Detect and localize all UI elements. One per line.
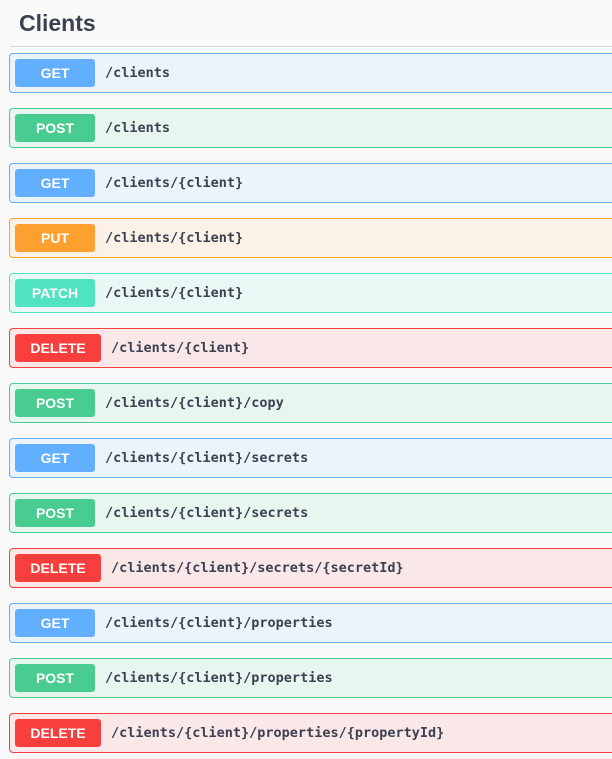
operation-get-client-properties[interactable]: GET /clients/{client}/properties [9, 603, 612, 643]
operation-get-client-secrets[interactable]: GET /clients/{client}/secrets [9, 438, 612, 478]
method-badge: POST [15, 499, 95, 527]
operation-path: /clients/{client}/properties [105, 615, 333, 631]
operation-post-client-secrets[interactable]: POST /clients/{client}/secrets [9, 493, 612, 533]
operation-get-clients[interactable]: GET /clients [9, 53, 612, 93]
operation-delete-client-secret[interactable]: DELETE /clients/{client}/secrets/{secret… [9, 548, 612, 588]
operation-path: /clients/{client} [105, 175, 244, 191]
method-badge: GET [15, 59, 95, 87]
operation-get-client[interactable]: GET /clients/{client} [9, 163, 612, 203]
operation-post-client-properties[interactable]: POST /clients/{client}/properties [9, 658, 612, 698]
operation-post-clients[interactable]: POST /clients [9, 108, 612, 148]
operation-put-client[interactable]: PUT /clients/{client} [9, 218, 612, 258]
section-title[interactable]: Clients [19, 8, 96, 38]
operation-delete-client[interactable]: DELETE /clients/{client} [9, 328, 612, 368]
section-divider [10, 46, 612, 47]
method-badge: POST [15, 389, 95, 417]
operation-patch-client[interactable]: PATCH /clients/{client} [9, 273, 612, 313]
operation-path: /clients/{client} [111, 340, 250, 356]
method-badge: DELETE [15, 554, 101, 582]
operation-delete-client-property[interactable]: DELETE /clients/{client}/properties/{pro… [9, 713, 612, 753]
method-badge: DELETE [15, 334, 101, 362]
method-badge: PATCH [15, 279, 95, 307]
operation-path: /clients/{client}/copy [105, 395, 284, 411]
method-badge: GET [15, 444, 95, 472]
operation-path: /clients/{client} [105, 285, 244, 301]
method-badge: GET [15, 169, 95, 197]
operation-path: /clients [105, 120, 171, 136]
operation-path: /clients/{client}/secrets [105, 505, 309, 521]
operation-path: /clients/{client}/properties/{propertyId… [111, 725, 445, 741]
method-badge: POST [15, 114, 95, 142]
operation-path: /clients/{client}/secrets [105, 450, 309, 466]
operations-list: GET /clients POST /clients GET /clients/… [9, 53, 612, 759]
operation-post-client-copy[interactable]: POST /clients/{client}/copy [9, 383, 612, 423]
method-badge: DELETE [15, 719, 101, 747]
method-badge: POST [15, 664, 95, 692]
operation-path: /clients/{client}/secrets/{secretId} [111, 560, 404, 576]
method-badge: GET [15, 609, 95, 637]
operation-path: /clients [105, 65, 171, 81]
method-badge: PUT [15, 224, 95, 252]
operation-path: /clients/{client}/properties [105, 670, 333, 686]
operation-path: /clients/{client} [105, 230, 244, 246]
